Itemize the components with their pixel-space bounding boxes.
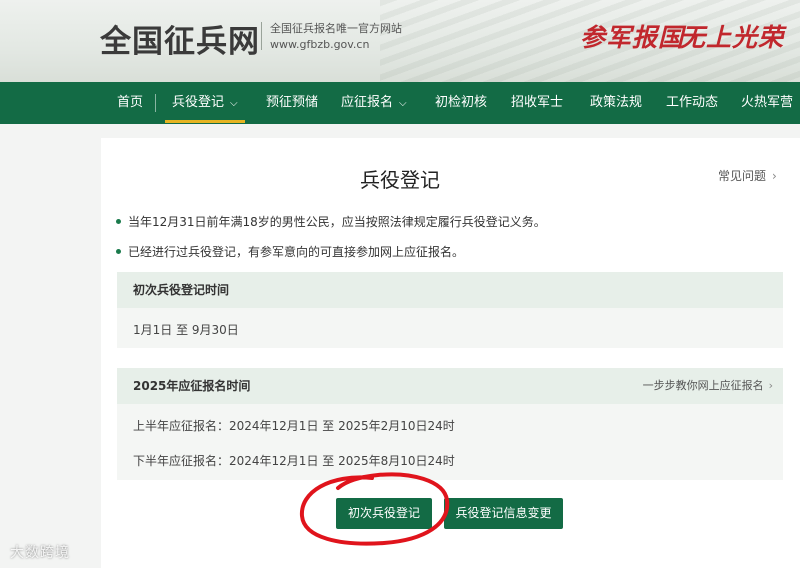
watermark-text: 大数跨境	[10, 545, 70, 561]
red-annotation-circle	[299, 472, 450, 546]
